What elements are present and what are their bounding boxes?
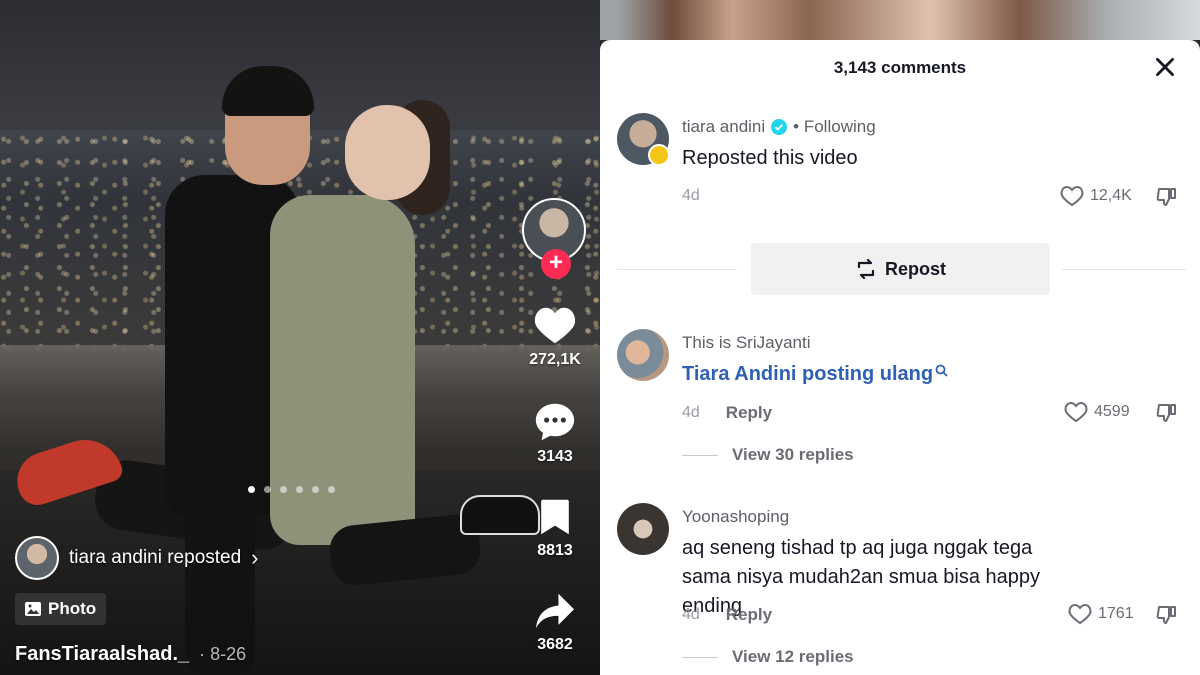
save-count: 8813 [537, 542, 573, 559]
carousel-dot[interactable] [280, 486, 287, 493]
comment-header: tiara andini • Following [682, 117, 876, 137]
comment-like-count: 12,4K [1090, 187, 1132, 204]
reposter-avatar [15, 536, 59, 580]
divider [617, 269, 737, 270]
avatar[interactable] [617, 503, 669, 555]
comment-author[interactable]: This is SriJayanti [682, 333, 810, 353]
dislike-icon[interactable] [1156, 604, 1178, 626]
share-icon [536, 593, 574, 629]
like-count: 272,1K [529, 351, 581, 368]
carousel-dot[interactable] [312, 486, 319, 493]
comment-meta: 4d Reply [682, 403, 772, 423]
dislike-icon[interactable] [1156, 402, 1178, 424]
carousel-dot[interactable] [296, 486, 303, 493]
divider [1062, 269, 1186, 270]
post-date: · 8-26 [199, 644, 247, 664]
close-icon[interactable] [1152, 54, 1178, 80]
comment-age: 4d [682, 404, 700, 421]
repost-button-label: Repost [884, 258, 946, 279]
video-peek [600, 0, 1200, 40]
share-button[interactable]: 3682 [520, 592, 590, 654]
video-player[interactable]: + 272,1K 3143 8813 3682 tiara andini rep… [0, 0, 600, 675]
author-line[interactable]: FansTiaraalshad._ · 8-26 [15, 643, 246, 666]
repost-label: tiara andini reposted [69, 547, 242, 568]
share-count: 3682 [537, 636, 573, 653]
divider [682, 656, 718, 658]
verified-icon [771, 119, 788, 135]
comments-sheet: 3,143 comments tiara andini • Following … [600, 40, 1200, 675]
comment-age: 4d [682, 187, 700, 204]
view-replies-label[interactable]: View 12 replies [732, 647, 854, 667]
reply-button[interactable]: Reply [726, 605, 772, 625]
comment-like-count: 1761 [1098, 605, 1134, 622]
comment-author[interactable]: tiara andini [682, 117, 765, 137]
repost-button[interactable]: Repost [751, 243, 1050, 295]
heart-icon [534, 307, 576, 344]
comments-count-title: 3,143 comments [833, 58, 967, 77]
bookmark-icon [541, 499, 569, 535]
carousel-dot[interactable] [248, 486, 255, 493]
photo-subject [345, 105, 430, 200]
dislike-icon[interactable] [1156, 186, 1178, 208]
repost-icon [857, 259, 875, 279]
comment-age: 4d [682, 606, 700, 623]
following-label: • Following [793, 117, 876, 136]
photo-badge: Photo [15, 593, 107, 625]
photo-badge-label: Photo [48, 599, 97, 618]
search-icon [935, 364, 948, 377]
comment-meta: 4d Reply [682, 605, 772, 625]
carousel-dot[interactable] [264, 486, 271, 493]
heart-outline-icon [1068, 603, 1092, 625]
comment-count: 3143 [537, 448, 573, 465]
reply-button[interactable]: Reply [726, 403, 772, 423]
comment-like-button[interactable]: 4599 [1064, 401, 1130, 423]
chevron-right-icon: › [251, 545, 259, 570]
view-replies-label[interactable]: View 30 replies [732, 445, 854, 465]
save-button[interactable]: 8813 [520, 498, 590, 560]
photo-subject [222, 66, 314, 116]
repost-attribution[interactable]: tiara andini reposted › [15, 536, 259, 580]
follow-plus-button[interactable]: + [541, 249, 571, 279]
carousel-indicator [248, 486, 335, 494]
view-replies-button[interactable]: View 12 replies [682, 647, 854, 667]
comment-meta: 4d [682, 187, 700, 205]
comment-button[interactable]: 3143 [520, 402, 590, 466]
comment-text-link[interactable]: Tiara Andini posting ulang [682, 360, 948, 389]
comment-like-button[interactable]: 1761 [1068, 603, 1134, 625]
comment-like-count: 4599 [1094, 403, 1130, 420]
comment-like-button[interactable]: 12,4K [1060, 185, 1132, 207]
comment-icon [535, 403, 575, 441]
comment-text[interactable]: Tiara Andini posting ulang [682, 360, 933, 389]
author-name[interactable]: FansTiaraalshad._ [15, 643, 189, 665]
image-icon [25, 602, 41, 616]
like-button[interactable]: 272,1K [520, 305, 590, 369]
comment-text: Reposted this video [682, 147, 858, 169]
view-replies-button[interactable]: View 30 replies [682, 445, 854, 465]
avatar[interactable] [617, 329, 669, 381]
heart-outline-icon [1064, 401, 1088, 423]
divider [682, 454, 718, 456]
carousel-dot[interactable] [328, 486, 335, 493]
comment-author[interactable]: Yoonashoping [682, 507, 789, 527]
heart-outline-icon [1060, 185, 1084, 207]
badge-icon [648, 144, 670, 166]
